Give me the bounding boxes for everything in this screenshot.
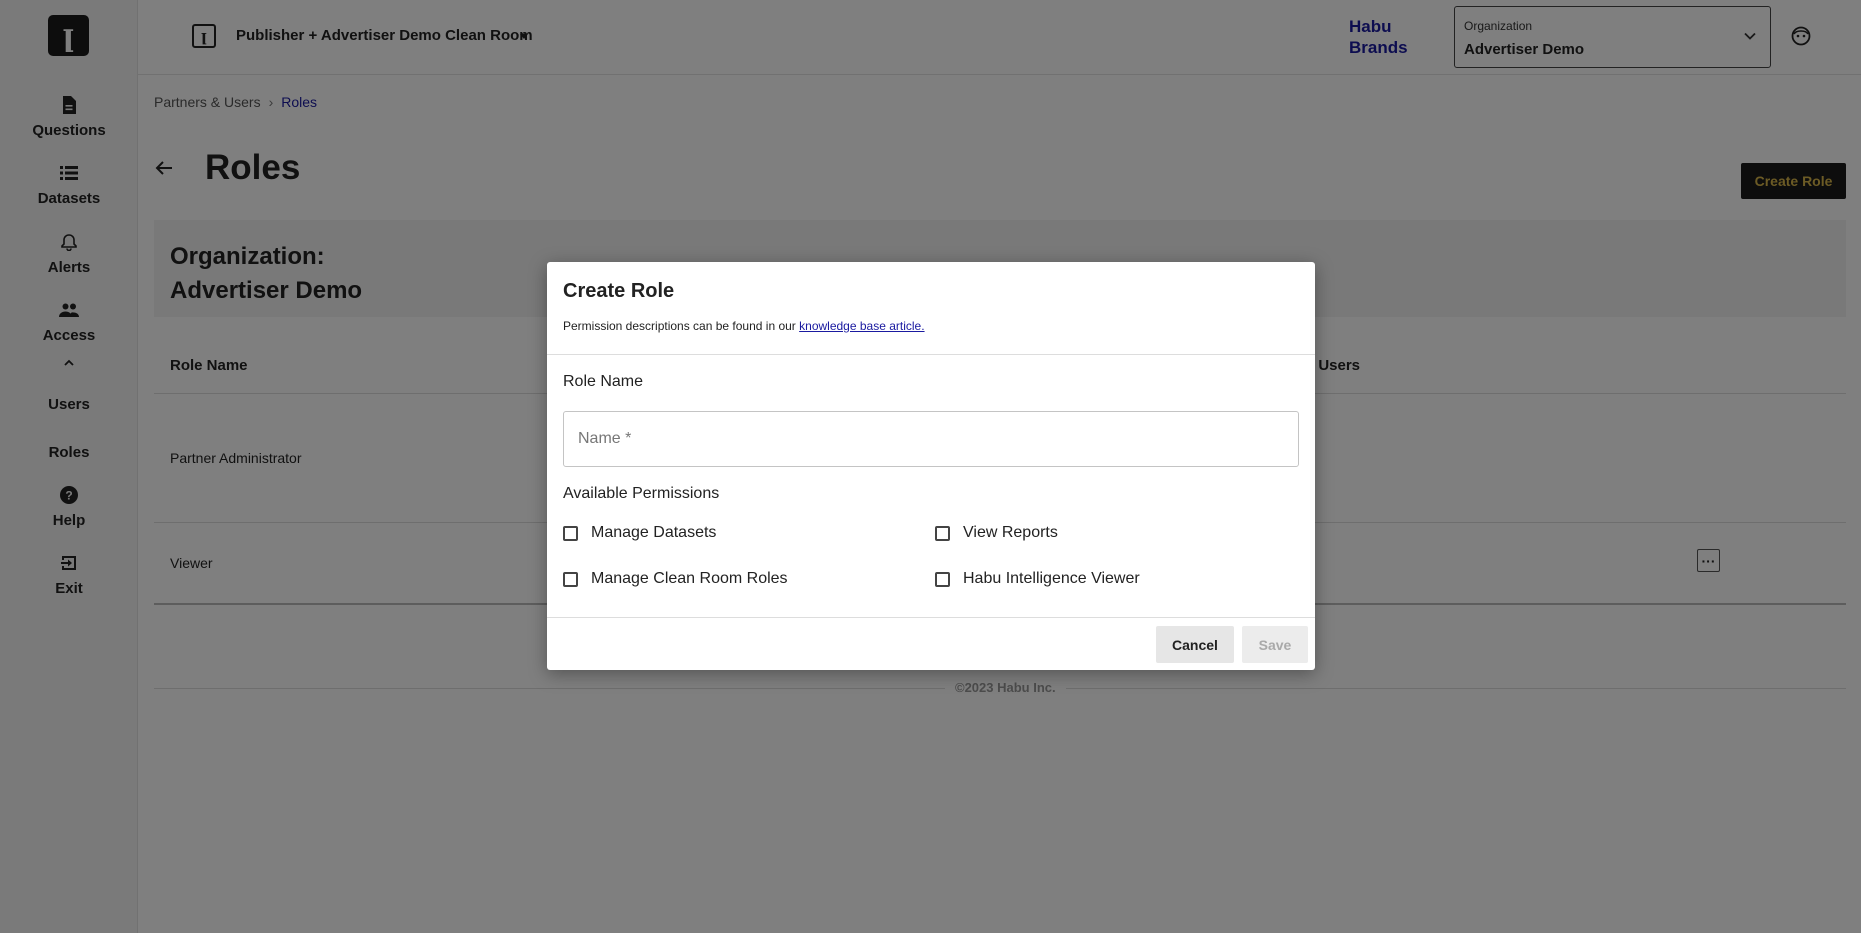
- knowledge-base-link[interactable]: knowledge base article.: [799, 319, 924, 333]
- permission-label: Manage Datasets: [591, 524, 717, 541]
- divider: [547, 617, 1315, 618]
- divider: [547, 354, 1315, 355]
- checkbox[interactable]: [563, 525, 578, 541]
- create-role-dialog: Create Role Permission descriptions can …: [547, 262, 1315, 670]
- permission-label: View Reports: [963, 524, 1058, 541]
- permission-label: Habu Intelligence Viewer: [963, 570, 1140, 587]
- cancel-button[interactable]: Cancel: [1156, 626, 1234, 663]
- dialog-title: Create Role: [563, 280, 675, 302]
- permission-manage-clean-room-roles[interactable]: Manage Clean Room Roles: [563, 570, 788, 588]
- save-button[interactable]: Save: [1242, 626, 1308, 663]
- role-name-input[interactable]: [563, 411, 1299, 467]
- checkbox[interactable]: [935, 571, 950, 587]
- permission-manage-datasets[interactable]: Manage Datasets: [563, 524, 716, 542]
- permission-habu-intelligence-viewer[interactable]: Habu Intelligence Viewer: [935, 570, 1140, 588]
- role-name-label: Role Name: [563, 373, 644, 390]
- checkbox[interactable]: [563, 571, 578, 587]
- dialog-description: Permission descriptions can be found in …: [563, 319, 925, 333]
- dialog-description-text: Permission descriptions can be found in …: [563, 319, 800, 333]
- checkbox[interactable]: [935, 525, 950, 541]
- available-permissions-label: Available Permissions: [563, 485, 720, 502]
- permission-view-reports[interactable]: View Reports: [935, 524, 1058, 542]
- permission-label: Manage Clean Room Roles: [591, 570, 788, 587]
